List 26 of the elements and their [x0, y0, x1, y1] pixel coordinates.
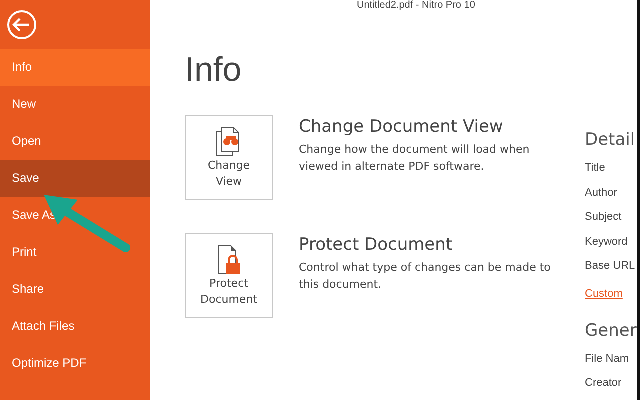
field-label: Creator — [585, 376, 623, 391]
field-label: Subject — [585, 210, 623, 225]
sidebar-item[interactable]: Save — [0, 160, 150, 197]
page-title: Info — [185, 50, 243, 90]
action-button[interactable]: Protect Document — [185, 233, 273, 318]
sidebar-item[interactable]: Open — [0, 123, 150, 160]
sidebar-item[interactable]: Info — [0, 49, 150, 86]
section-heading: Detail — [585, 129, 636, 152]
field-label: File Nam — [585, 352, 630, 366]
sidebar-item[interactable]: Optimize PDF — [0, 345, 150, 382]
section-heading: Protect Document — [299, 234, 454, 257]
section-description: Control what type of changes can be made to this document. — [299, 260, 552, 293]
section-heading: Gener — [585, 320, 637, 342]
field-label: Title — [585, 161, 606, 176]
sidebar-item[interactable]: Print — [0, 234, 150, 271]
window-title: Untitled2.pdf - Nitro Pro 10 — [357, 0, 476, 12]
section-heading: Change Document View — [299, 116, 504, 139]
field-label: Keyword — [585, 234, 629, 250]
action-button[interactable]: Change View — [185, 115, 273, 200]
field-label: Base URL — [585, 259, 636, 274]
sidebar-item[interactable]: Attach Files — [0, 308, 150, 345]
section-description: Change how the document will load when viewed in alternate PDF software. — [299, 142, 531, 175]
sidebar-item[interactable]: New — [0, 86, 150, 123]
sidebar-item[interactable]: Share — [0, 271, 150, 308]
field-label: Author — [585, 186, 618, 200]
custom-link[interactable]: Custom — [585, 278, 637, 308]
